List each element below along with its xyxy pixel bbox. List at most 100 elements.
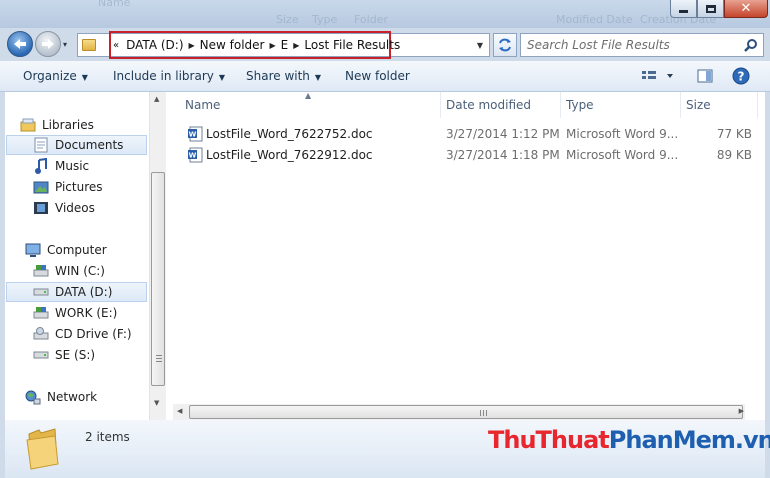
column-divider[interactable] (560, 92, 561, 118)
new-folder-button[interactable]: New folder (345, 69, 410, 83)
close-icon: ✕ (740, 1, 752, 16)
preview-pane-icon (697, 69, 713, 83)
file-size: 77 KB (716, 127, 752, 141)
sidebar-item-label: Videos (55, 201, 95, 215)
documents-icon (33, 137, 49, 153)
include-in-library-button[interactable]: Include in library ▼ (113, 69, 225, 83)
scroll-thumb[interactable] (189, 405, 743, 419)
help-button[interactable]: ? (732, 67, 750, 88)
navigation-scrollbar[interactable]: ▲ ▼ (149, 92, 166, 420)
explorer-content: Libraries Documents Music Pictures Video… (5, 91, 765, 421)
forward-button[interactable] (35, 31, 61, 57)
breadcrumb-item[interactable]: Lost File Results (304, 38, 400, 52)
sidebar-item-drive-c[interactable]: WIN (C:) (33, 261, 105, 281)
grip-icon (156, 355, 162, 362)
file-list: ▲ Name Date modified Type Size W LostFil… (167, 91, 765, 420)
chevron-down-icon: ▼ (314, 73, 322, 82)
column-header-type[interactable]: Type (566, 98, 594, 112)
column-header-name[interactable]: Name (185, 98, 220, 112)
sort-ascending-icon: ▲ (305, 91, 312, 100)
scroll-left-icon[interactable]: ◀ (177, 407, 182, 415)
sidebar-item-label: Music (55, 159, 90, 173)
sidebar-item-music[interactable]: Music (33, 156, 89, 176)
folder-icon (26, 428, 59, 470)
sidebar-item-drive-d[interactable]: DATA (D:) (6, 282, 147, 302)
scroll-down-icon[interactable]: ▼ (154, 399, 159, 407)
breadcrumb-arrow-icon[interactable]: ▶ (269, 41, 275, 50)
sidebar-item-drive-e[interactable]: WORK (E:) (33, 303, 117, 323)
forward-arrow-icon (42, 39, 54, 49)
sidebar-item-drive-f[interactable]: CD Drive (F:) (33, 324, 132, 344)
sidebar-item-documents[interactable]: Documents (6, 135, 147, 155)
scroll-up-icon[interactable]: ▲ (154, 95, 159, 103)
cd-drive-icon (33, 326, 49, 342)
sidebar-item-label: Documents (55, 138, 124, 152)
breadcrumb-overflow[interactable]: « (113, 40, 119, 51)
file-name[interactable]: LostFile_Word_7622752.doc (206, 127, 373, 141)
column-divider[interactable] (680, 92, 681, 118)
window-controls: ✕ (670, 0, 768, 18)
breadcrumb-arrow-icon[interactable]: ▶ (189, 41, 195, 50)
sidebar-item-computer[interactable]: Computer (25, 240, 107, 260)
search-icon[interactable] (744, 38, 758, 52)
organize-label: Organize (23, 69, 77, 83)
sidebar-item-label: CD Drive (F:) (55, 327, 132, 341)
include-in-library-label: Include in library (113, 69, 214, 83)
search-box[interactable] (520, 33, 764, 57)
breadcrumb-item[interactable]: DATA (D:) (126, 38, 183, 52)
help-icon: ? (732, 67, 750, 85)
sidebar-item-label: WORK (E:) (55, 306, 118, 320)
change-view-button[interactable] (641, 68, 681, 87)
sidebar-item-libraries[interactable]: Libraries (20, 115, 148, 135)
details-pane: 2 items ThuThuatPhanMem.vn (5, 420, 770, 478)
table-row[interactable]: W LostFile_Word_7622752.doc 3/27/2014 1:… (167, 124, 757, 144)
breadcrumb-arrow-icon[interactable]: ▶ (293, 41, 299, 50)
chevron-down-icon: ▼ (218, 73, 226, 82)
search-input[interactable] (527, 35, 742, 55)
watermark-logo: ThuThuatPhanMem.vn (488, 426, 770, 454)
title-bar: Name Size Type Folder Modified Date Crea… (0, 0, 770, 28)
address-bar[interactable]: « DATA (D:) ▶ New folder ▶ E ▶ Lost File… (77, 31, 490, 59)
item-count: 2 items (85, 430, 130, 444)
watermark-part: PhanMem (608, 426, 736, 454)
sidebar-item-pictures[interactable]: Pictures (33, 177, 103, 197)
windows-drive-icon (33, 263, 49, 279)
address-dropdown-icon[interactable]: ▼ (477, 41, 483, 50)
recent-pages-dropdown[interactable]: ▾ (63, 40, 67, 49)
back-button[interactable] (7, 31, 33, 57)
ghost-text: Type (312, 13, 338, 26)
breadcrumb-item[interactable]: E (281, 38, 289, 52)
close-button[interactable]: ✕ (724, 0, 768, 18)
svg-text:W: W (189, 131, 197, 139)
column-header-date-modified[interactable]: Date modified (446, 98, 531, 112)
navigation-bar: ▾ « DATA (D:) ▶ New folder ▶ E ▶ Lost Fi… (0, 28, 770, 60)
file-date-modified: 3/27/2014 1:18 PM (446, 148, 560, 162)
table-row[interactable]: W LostFile_Word_7622912.doc 3/27/2014 1:… (167, 145, 757, 165)
command-bar: Organize ▼ Include in library ▼ Share with… (0, 61, 770, 92)
file-name[interactable]: LostFile_Word_7622912.doc (206, 148, 373, 162)
maximize-icon (705, 4, 716, 13)
horizontal-scrollbar[interactable]: ◀ ▶ (173, 404, 745, 421)
sidebar-item-network[interactable]: Network (25, 387, 97, 407)
hard-drive-icon (33, 347, 49, 363)
maximize-button[interactable] (697, 0, 724, 18)
view-options-icon (642, 71, 673, 79)
sidebar-item-drive-s[interactable]: SE (S:) (33, 345, 95, 365)
scroll-thumb[interactable] (151, 172, 165, 386)
organize-button[interactable]: Organize ▼ (23, 69, 88, 83)
sidebar-item-label: Computer (47, 243, 107, 257)
breadcrumb-item[interactable]: New folder (200, 38, 265, 52)
watermark-part: Thu (488, 426, 537, 454)
column-header-size[interactable]: Size (686, 98, 711, 112)
sidebar-item-videos[interactable]: Videos (33, 198, 95, 218)
share-with-button[interactable]: Share with ▼ (246, 69, 321, 83)
refresh-button[interactable] (493, 33, 517, 57)
videos-icon (33, 200, 49, 216)
scroll-right-icon[interactable]: ▶ (739, 407, 744, 415)
minimize-button[interactable] (670, 0, 697, 18)
preview-pane-button[interactable] (697, 68, 713, 87)
grip-icon (480, 410, 487, 416)
column-divider[interactable] (440, 92, 441, 118)
folder-icon (82, 39, 96, 51)
column-divider[interactable] (757, 92, 758, 118)
